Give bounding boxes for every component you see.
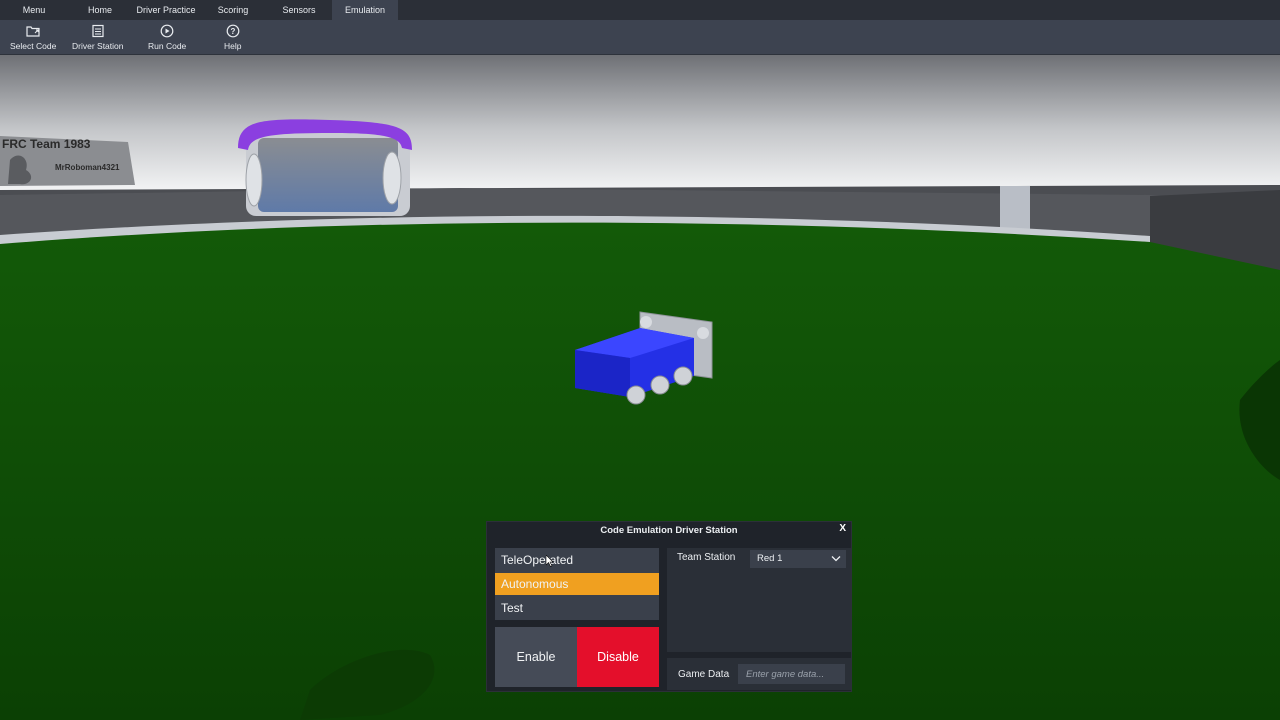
mode-autonomous[interactable]: Autonomous [495, 573, 659, 595]
mode-list: TeleOperated Autonomous Test [495, 548, 659, 620]
close-button[interactable]: X [839, 523, 846, 534]
select-code-button[interactable]: Select Code [10, 24, 56, 51]
game-data-label: Game Data [678, 669, 730, 680]
mode-test[interactable]: Test [495, 597, 659, 619]
tab-scoring[interactable]: Scoring [200, 0, 266, 20]
team-banner: FRC Team 1983 MrRoboman4321 [0, 136, 135, 186]
enable-button[interactable]: Enable [495, 627, 577, 687]
help-label: Help [224, 41, 242, 51]
game-data-row: Game Data [667, 658, 851, 690]
banner-user-text: MrRoboman4321 [55, 163, 120, 172]
team-station-pane: Team Station Red 1 [667, 548, 851, 652]
driver-station-panel: Code Emulation Driver Station X TeleOper… [486, 521, 852, 692]
sky [0, 55, 1280, 190]
folder-icon [26, 26, 40, 37]
select-code-label: Select Code [10, 41, 57, 51]
run-code-label: Run Code [148, 41, 187, 51]
goal-structure [238, 119, 412, 216]
top-nav: Menu Home Driver Practice Scoring Sensor… [0, 0, 1280, 20]
disable-button[interactable]: Disable [577, 627, 659, 687]
tab-home[interactable]: Home [68, 0, 132, 20]
chevron-down-icon [831, 556, 841, 562]
svg-text:?: ? [230, 27, 235, 36]
banner-team-text: FRC Team 1983 [2, 137, 91, 151]
run-code-button[interactable]: Run Code [148, 24, 186, 51]
game-data-input[interactable] [738, 664, 845, 684]
driver-station-label: Driver Station [72, 41, 124, 51]
help-icon: ? [226, 24, 240, 38]
driver-station-icon [92, 24, 104, 38]
mouse-cursor-icon [546, 555, 554, 567]
panel-title: Code Emulation Driver Station [600, 525, 738, 536]
team-station-value: Red 1 [757, 553, 783, 564]
driver-station-button[interactable]: Driver Station [72, 24, 124, 51]
tab-driver-practice[interactable]: Driver Practice [132, 0, 200, 20]
play-icon [160, 24, 174, 38]
tab-emulation[interactable]: Emulation [332, 0, 398, 20]
toolbar: Select Code Driver Station Run Code ? He… [0, 20, 1280, 55]
help-button[interactable]: ? Help [224, 24, 241, 51]
mode-teleoperated[interactable]: TeleOperated [495, 549, 659, 571]
team-station-select[interactable]: Red 1 [750, 550, 846, 568]
team-station-label: Team Station [677, 552, 736, 563]
tab-menu[interactable]: Menu [0, 0, 68, 20]
tab-sensors[interactable]: Sensors [266, 0, 332, 20]
